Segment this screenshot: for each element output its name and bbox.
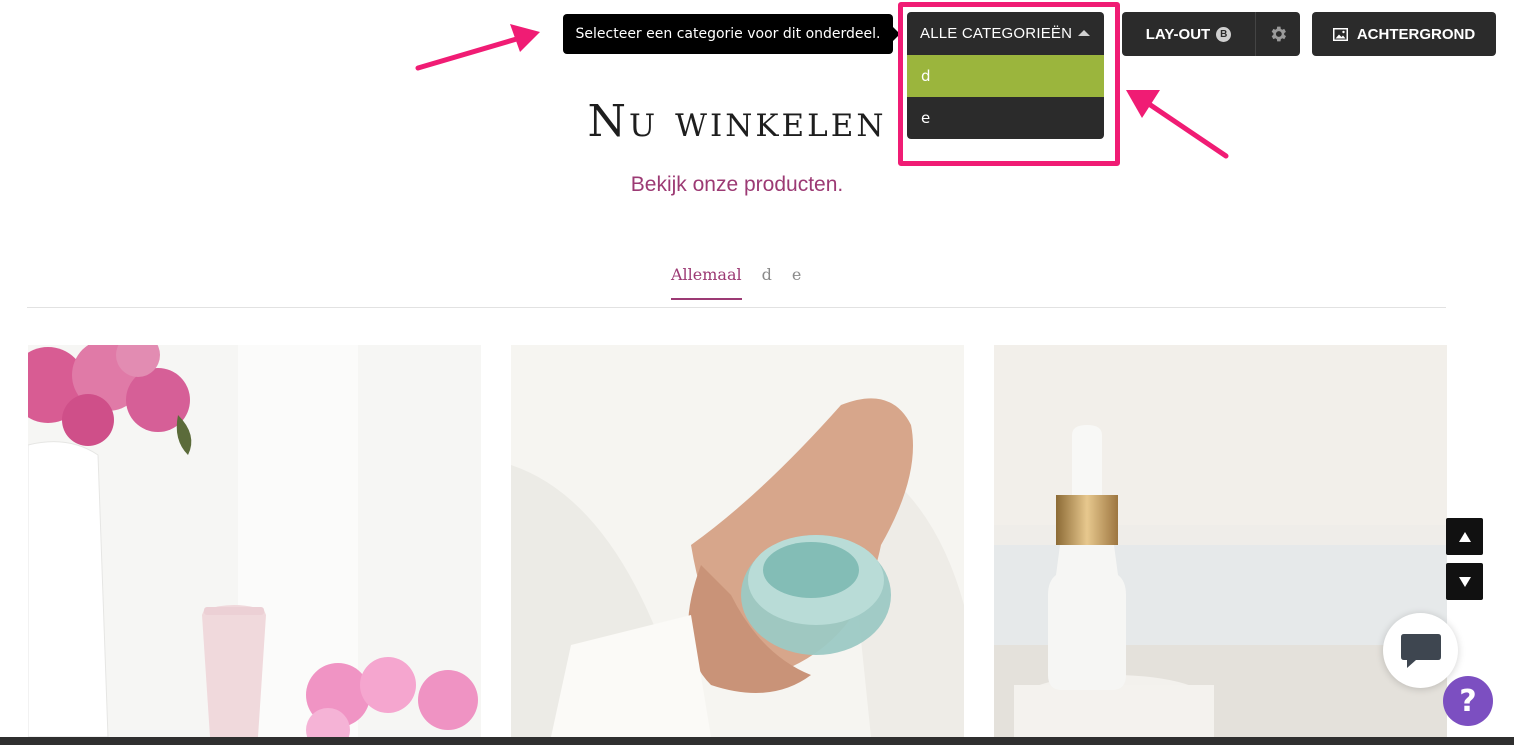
tooltip-text: Selecteer een categorie voor dit onderde… (575, 26, 881, 42)
category-dropdown-label: ALLE CATEGORIEËN (920, 25, 1073, 42)
dropdown-option-d[interactable]: d (907, 55, 1104, 97)
dropdown-option-label: d (921, 67, 931, 85)
gear-icon (1271, 26, 1286, 42)
product-illustration (994, 345, 1447, 737)
section-title: Nu winkelen (587, 96, 887, 147)
image-icon (1332, 27, 1348, 41)
product-illustration (511, 345, 964, 737)
product-illustration (28, 345, 481, 737)
tabs-divider (27, 307, 1446, 308)
product-image-pink-tube[interactable] (28, 345, 481, 737)
chat-bubble-icon (1400, 633, 1441, 668)
help-button[interactable]: ? (1443, 676, 1493, 726)
section-subtitle: Bekijk onze producten. (630, 173, 844, 196)
layout-label: LAY-OUT (1145, 25, 1211, 43)
bottom-bar (0, 737, 1514, 745)
chat-button[interactable] (1383, 613, 1458, 688)
category-tabs: Allemaal d e (671, 265, 801, 300)
triangle-down-icon (1458, 576, 1471, 587)
layout-toolbar-group: LAY-OUT B (1122, 12, 1300, 56)
layout-button[interactable]: LAY-OUT B (1122, 12, 1256, 56)
tab-e[interactable]: e (792, 265, 801, 300)
annotation-arrow-left (415, 24, 540, 71)
product-image-gel-jar[interactable] (511, 345, 964, 737)
triangle-up-icon (1458, 531, 1471, 542)
product-image-dropper-bottle[interactable] (994, 345, 1447, 737)
help-icon: ? (1459, 683, 1477, 719)
category-dropdown-button[interactable]: ALLE CATEGORIEËN (907, 12, 1104, 55)
category-tooltip: Selecteer een categorie voor dit onderde… (563, 14, 900, 54)
background-button[interactable]: ACHTERGROND (1312, 12, 1496, 56)
background-label: ACHTERGROND (1356, 25, 1476, 43)
caret-up-icon (1078, 30, 1090, 36)
settings-button[interactable] (1256, 12, 1300, 56)
scroll-down-button[interactable] (1446, 563, 1483, 600)
tab-allemaal[interactable]: Allemaal (671, 265, 742, 300)
layout-badge: B (1216, 26, 1232, 42)
tab-d[interactable]: d (762, 265, 772, 300)
scroll-up-button[interactable] (1446, 518, 1483, 555)
